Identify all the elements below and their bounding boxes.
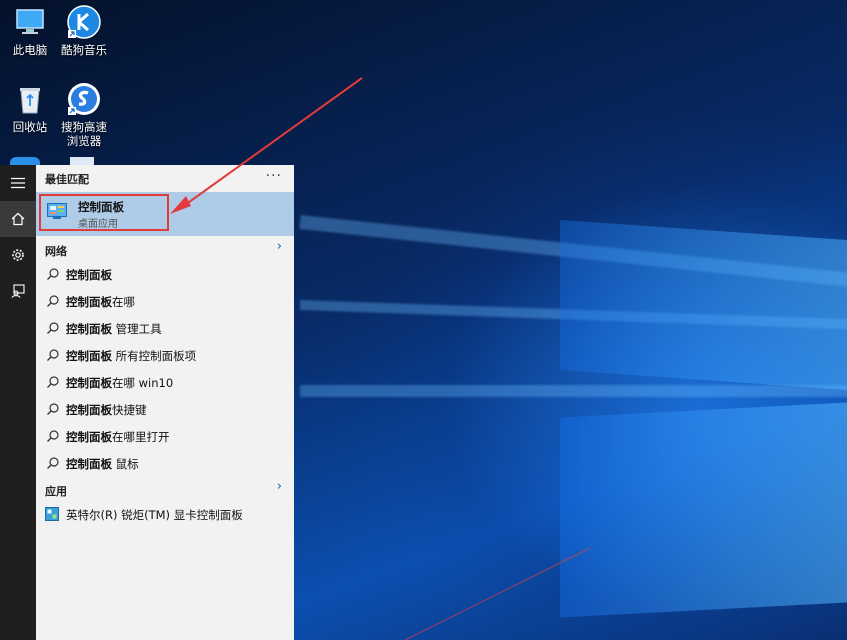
best-match-subtitle: 桌面应用 <box>78 219 118 230</box>
web-result-item[interactable]: 控制面板 管理工具 <box>36 315 294 342</box>
web-result-bold: 控制面板 <box>66 457 112 471</box>
desktop-icon-sogou-browser[interactable]: 搜狗高速 浏览器 <box>54 82 114 148</box>
home-icon <box>11 212 25 226</box>
search-icon <box>47 430 59 442</box>
feedback-icon <box>11 284 25 298</box>
web-result-label: 控制面板 鼠标 <box>66 456 139 472</box>
apps-section-header: 应用 <box>45 485 67 498</box>
web-result-suffix: 在哪里打开 <box>112 430 170 444</box>
search-icon <box>47 376 59 388</box>
web-result-label: 控制面板 <box>66 267 112 283</box>
web-result-label: 控制面板快捷键 <box>66 402 147 418</box>
web-result-item[interactable]: 控制面板 鼠标 <box>36 450 294 477</box>
wallpaper-pane <box>560 219 847 391</box>
web-result-item[interactable]: 控制面板在哪 <box>36 288 294 315</box>
more-options-button[interactable]: ··· <box>266 168 282 184</box>
web-result-item[interactable]: 控制面板在哪里打开 <box>36 423 294 450</box>
web-result-bold: 控制面板 <box>66 430 112 444</box>
web-result-item[interactable]: 控制面板在哪 win10 <box>36 369 294 396</box>
gear-icon <box>12 249 24 261</box>
search-icon <box>47 322 59 334</box>
best-match-header: 最佳匹配 <box>45 173 89 186</box>
desktop-icon-kugou[interactable]: 酷狗音乐 <box>54 5 114 57</box>
web-result-suffix: 管理工具 <box>112 322 162 336</box>
web-result-label: 控制面板 管理工具 <box>66 321 162 337</box>
web-result-label: 控制面板在哪 <box>66 294 135 310</box>
web-result-suffix: 在哪 win10 <box>112 376 174 390</box>
hamburger-icon <box>11 177 25 189</box>
control-panel-icon <box>47 203 67 219</box>
search-icon <box>47 268 59 280</box>
intel-graphics-app-icon <box>45 507 59 521</box>
wallpaper-beam <box>300 385 847 397</box>
settings-button[interactable] <box>0 237 36 273</box>
computer-icon <box>13 5 47 39</box>
desktop-icon-label: 回收站 <box>12 120 48 134</box>
desktop-icon-this-pc[interactable]: 此电脑 <box>0 5 60 57</box>
web-result-item[interactable]: 控制面板 <box>36 261 294 288</box>
search-icon <box>47 295 59 307</box>
wallpaper-pane <box>560 402 847 618</box>
sogou-browser-icon <box>67 82 101 116</box>
web-result-bold: 控制面板 <box>66 403 112 417</box>
web-result-bold: 控制面板 <box>66 376 112 390</box>
web-result-label: 控制面板 所有控制面板项 <box>66 348 196 364</box>
web-result-bold: 控制面板 <box>66 268 112 282</box>
web-result-bold: 控制面板 <box>66 295 112 309</box>
web-result-suffix: 鼠标 <box>112 457 139 471</box>
app-result-intel-graphics[interactable]: 英特尔(R) 锐炬(TM) 显卡控制面板 <box>36 501 294 528</box>
web-section-header: 网络 <box>45 245 67 258</box>
web-result-suffix: 快捷键 <box>112 403 147 417</box>
search-results-panel: 最佳匹配 ··· 控制面板 桌面应用 网络 › 控制面板 控制面板在哪 控制面板 管… <box>36 165 294 640</box>
recycle-bin-icon <box>13 82 47 116</box>
web-result-bold: 控制面板 <box>66 349 112 363</box>
web-section-expand-chevron[interactable]: › <box>277 239 282 254</box>
app-result-label: 英特尔(R) 锐炬(TM) 显卡控制面板 <box>66 508 243 522</box>
kugou-music-icon <box>67 5 101 39</box>
web-result-suffix: 所有控制面板项 <box>112 349 197 363</box>
web-result-item[interactable]: 控制面板快捷键 <box>36 396 294 423</box>
web-result-suffix: 在哪 <box>112 295 135 309</box>
web-result-item[interactable]: 控制面板 所有控制面板项 <box>36 342 294 369</box>
start-menu-rail <box>0 165 36 640</box>
best-match-result[interactable]: 控制面板 桌面应用 <box>36 192 294 236</box>
apps-section-expand-chevron[interactable]: › <box>277 479 282 494</box>
desktop-icon-recycle-bin[interactable]: 回收站 <box>0 82 60 134</box>
best-match-title: 控制面板 <box>78 200 124 214</box>
web-result-bold: 控制面板 <box>66 322 112 336</box>
desktop-icon-label: 酷狗音乐 <box>61 43 107 57</box>
web-result-label: 控制面板在哪里打开 <box>66 429 170 445</box>
search-icon <box>47 457 59 469</box>
search-icon <box>47 403 59 415</box>
desktop-icon-label: 此电脑 <box>12 43 48 57</box>
web-result-label: 控制面板在哪 win10 <box>66 375 173 391</box>
feedback-button[interactable] <box>0 273 36 309</box>
home-button[interactable] <box>0 201 36 237</box>
hamburger-menu-button[interactable] <box>0 165 36 201</box>
search-icon <box>47 349 59 361</box>
desktop-icon-label: 搜狗高速 浏览器 <box>61 120 107 148</box>
